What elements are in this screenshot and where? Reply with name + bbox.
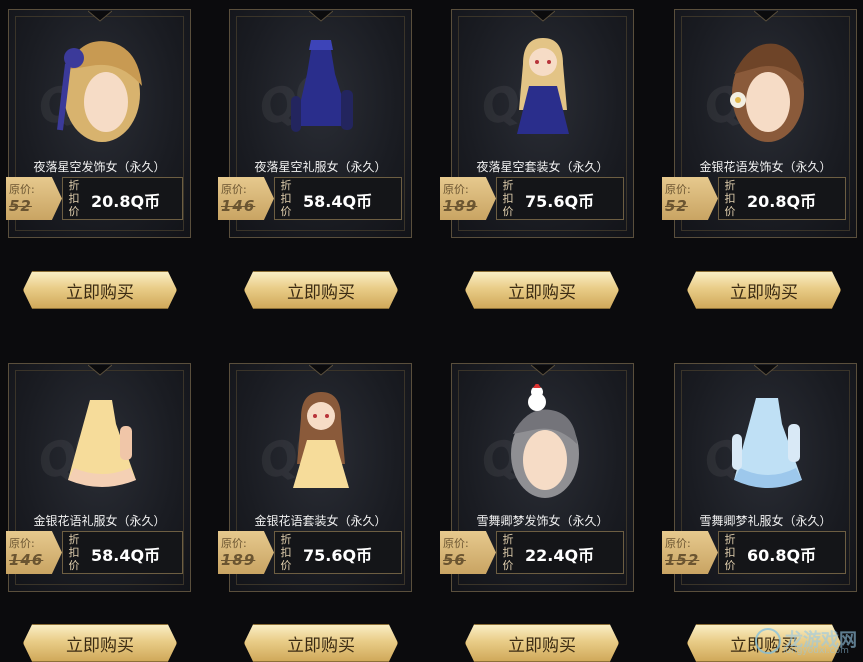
notch-decoration — [753, 364, 778, 376]
price-bar: 原价: 56 折扣价 22.4Q币 — [440, 531, 629, 574]
site-watermark-sub: longyouxi.com — [783, 646, 849, 656]
outfit-set-icon — [517, 38, 569, 134]
discount-price: 20.8Q币 — [91, 192, 161, 211]
hair-accessory-icon — [511, 384, 579, 498]
original-price: 146 — [9, 551, 44, 569]
original-price-box: 原价: 52 — [6, 177, 62, 220]
discount-label: 折扣价 — [502, 179, 514, 218]
item-name: 夜落星空套装女（永久） — [476, 160, 609, 174]
discount-price-box: 折扣价 75.6Q币 — [496, 177, 624, 220]
discount-price-box: 折扣价 58.4Q币 — [62, 531, 183, 574]
notch-decoration — [308, 364, 333, 376]
notch-decoration — [87, 10, 112, 22]
notch-decoration — [753, 10, 778, 22]
discount-price: 58.4Q币 — [91, 546, 161, 565]
product-grid: QQ 夜落星空发饰女（永久） 原价: 52 折扣价 20.8Q币 立即购买 QQ — [0, 0, 863, 662]
discount-label: 折扣价 — [724, 533, 736, 572]
discount-price: 75.6Q币 — [303, 546, 373, 565]
item-name: 夜落星空礼服女（永久） — [254, 160, 387, 174]
notch-decoration — [530, 364, 555, 376]
original-price-label: 原价: — [443, 183, 469, 196]
original-price: 52 — [9, 197, 32, 215]
buy-now-button[interactable]: 立即购买 — [465, 624, 619, 662]
price-bar: 原价: 146 折扣价 58.4Q币 — [218, 177, 407, 220]
site-watermark: 龙游戏网 longyouxi.com — [755, 626, 857, 656]
buy-now-button[interactable]: 立即购买 — [23, 271, 177, 309]
discount-price: 20.8Q币 — [747, 192, 817, 211]
discount-price-box: 折扣价 60.8Q币 — [718, 531, 846, 574]
original-price-box: 原价: 52 — [662, 177, 718, 220]
original-price: 189 — [443, 197, 478, 215]
outfit-set-icon — [293, 392, 349, 488]
item-name: 金银花语礼服女（永久） — [33, 514, 166, 528]
dress-icon — [732, 398, 802, 488]
discount-label: 折扣价 — [280, 533, 292, 572]
buy-now-button[interactable]: 立即购买 — [465, 271, 619, 309]
discount-price: 75.6Q币 — [525, 192, 595, 211]
discount-price: 60.8Q币 — [747, 546, 817, 565]
site-logo-icon — [755, 628, 781, 654]
original-price-box: 原价: 146 — [6, 531, 62, 574]
discount-price-box: 折扣价 20.8Q币 — [62, 177, 183, 220]
original-price-label: 原价: — [9, 537, 35, 550]
original-price-box: 原价: 56 — [440, 531, 496, 574]
item-name: 雪舞卿梦发饰女（永久） — [476, 514, 609, 528]
discount-label: 折扣价 — [68, 179, 80, 218]
buy-now-button[interactable]: 立即购买 — [244, 271, 398, 309]
discount-price-box: 折扣价 58.4Q币 — [274, 177, 402, 220]
hair-accessory-icon — [57, 41, 142, 142]
price-bar: 原价: 52 折扣价 20.8Q币 — [6, 177, 195, 220]
original-price-box: 原价: 152 — [662, 531, 718, 574]
original-price-box: 原价: 189 — [440, 177, 496, 220]
original-price-box: 原价: 146 — [218, 177, 274, 220]
discount-price: 22.4Q币 — [525, 546, 595, 565]
discount-label: 折扣价 — [724, 179, 736, 218]
item-name: 金银花语发饰女（永久） — [699, 160, 832, 174]
discount-price-box: 折扣价 22.4Q币 — [496, 531, 624, 574]
price-bar: 原价: 189 折扣价 75.6Q币 — [440, 177, 629, 220]
original-price: 152 — [665, 551, 700, 569]
original-price-label: 原价: — [665, 537, 691, 550]
price-bar: 原价: 146 折扣价 58.4Q币 — [6, 531, 195, 574]
item-name: 雪舞卿梦礼服女（永久） — [699, 514, 832, 528]
original-price: 189 — [221, 551, 256, 569]
discount-price-box: 折扣价 20.8Q币 — [718, 177, 846, 220]
discount-price-box: 折扣价 75.6Q币 — [274, 531, 402, 574]
price-bar: 原价: 152 折扣价 60.8Q币 — [662, 531, 851, 574]
original-price-label: 原价: — [665, 183, 691, 196]
buy-now-button[interactable]: 立即购买 — [244, 624, 398, 662]
original-price-label: 原价: — [221, 537, 247, 550]
hair-accessory-icon — [730, 43, 804, 142]
dress-icon — [291, 40, 353, 132]
original-price: 146 — [221, 197, 256, 215]
dress-icon — [68, 400, 136, 487]
buy-now-button[interactable]: 立即购买 — [23, 624, 177, 662]
notch-decoration — [530, 10, 555, 22]
original-price: 52 — [665, 197, 688, 215]
buy-now-button[interactable]: 立即购买 — [687, 271, 841, 309]
discount-label: 折扣价 — [280, 179, 292, 218]
original-price-label: 原价: — [443, 537, 469, 550]
price-bar: 原价: 189 折扣价 75.6Q币 — [218, 531, 407, 574]
original-price: 56 — [443, 551, 466, 569]
item-name: 夜落星空发饰女（永久） — [33, 160, 166, 174]
item-name: 金银花语套装女（永久） — [254, 514, 387, 528]
discount-label: 折扣价 — [502, 533, 514, 572]
discount-label: 折扣价 — [68, 533, 80, 572]
original-price-label: 原价: — [221, 183, 247, 196]
discount-price: 58.4Q币 — [303, 192, 373, 211]
notch-decoration — [87, 364, 112, 376]
original-price-label: 原价: — [9, 183, 35, 196]
original-price-box: 原价: 189 — [218, 531, 274, 574]
notch-decoration — [308, 10, 333, 22]
price-bar: 原价: 52 折扣价 20.8Q币 — [662, 177, 851, 220]
